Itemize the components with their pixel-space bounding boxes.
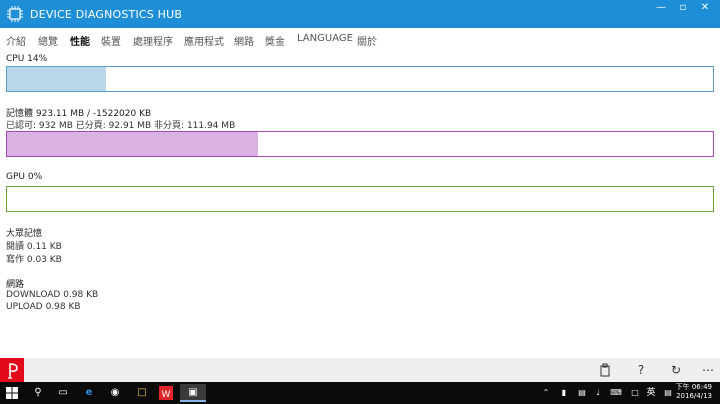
start-icon[interactable] (4, 384, 20, 402)
keyboard-icon[interactable]: ⌨ (609, 384, 623, 402)
store-icon[interactable]: W (157, 384, 175, 402)
memory-meter (6, 131, 714, 157)
cpu-meter (6, 66, 714, 92)
media-icon[interactable]: ◉ (106, 384, 124, 402)
help-icon[interactable]: ? (633, 362, 649, 378)
action-center-icon[interactable]: ▤ (662, 384, 674, 402)
volume-icon[interactable]: ♩ (592, 384, 604, 402)
tab-devices[interactable]: 裝置 (101, 33, 121, 48)
window-title: DEVICE DIAGNOSTICS HUB (30, 8, 183, 21)
tab-network[interactable]: 網路 (234, 33, 254, 48)
refresh-icon[interactable]: ↻ (668, 362, 684, 378)
edge-icon[interactable]: e (80, 384, 98, 402)
search-icon[interactable]: ⚲ (30, 384, 46, 402)
cpu-meter-fill (7, 67, 106, 91)
clock-date: 2016/4/13 (676, 392, 712, 400)
gpu-meter (6, 186, 714, 212)
logo-icon (8, 363, 18, 379)
cpu-label: CPU 14% (6, 54, 48, 64)
tab-bar: 介紹 總覽 性能 裝置 處理程序 應用程式 網路 獎金 LANGUAGE 關於 (0, 30, 720, 48)
task-view-icon[interactable]: ▭ (55, 384, 71, 402)
chip-icon (7, 6, 23, 22)
network-download: DOWNLOAD 0.98 KB (6, 290, 99, 300)
storage-write: 寫作 0.03 KB (6, 255, 62, 265)
tab-intro[interactable]: 介紹 (6, 33, 26, 48)
app-logo (0, 358, 24, 382)
input-language[interactable]: 英 (644, 384, 658, 402)
battery-icon[interactable]: ▮ (558, 384, 570, 402)
storage-title: 大眾記憶 (6, 229, 43, 239)
tab-overview[interactable]: 總覽 (38, 33, 58, 48)
tab-performance[interactable]: 性能 (70, 33, 90, 48)
taskbar-app-device-hub[interactable]: ▣ (180, 384, 206, 402)
chevron-up-icon[interactable]: ⌃ (540, 384, 552, 402)
tab-bonus[interactable]: 獎金 (265, 33, 285, 48)
tab-processes[interactable]: 處理程序 (133, 33, 173, 48)
tab-about[interactable]: 關於 (357, 33, 377, 48)
more-icon[interactable]: ⋯ (700, 362, 716, 378)
tab-language[interactable]: LANGUAGE (297, 33, 353, 44)
folder-icon[interactable]: □ (133, 384, 151, 402)
notification-icon[interactable]: □ (628, 384, 642, 402)
gpu-label: GPU 0% (6, 172, 43, 182)
network-icon[interactable]: ▤ (576, 384, 588, 402)
network-title: 網路 (6, 280, 25, 290)
svg-text:W: W (162, 390, 171, 400)
title-bar: DEVICE DIAGNOSTICS HUB — ▫ ✕ (0, 0, 720, 28)
memory-meter-fill (7, 132, 258, 156)
storage-read: 閱讀 0.11 KB (6, 242, 62, 252)
clock-time: 下午 06:49 (675, 383, 712, 391)
network-upload: UPLOAD 0.98 KB (6, 302, 81, 312)
tab-apps[interactable]: 應用程式 (184, 33, 224, 48)
clipboard-icon[interactable] (597, 362, 613, 378)
memory-detail: 已認可: 932 MB 已分頁: 92.91 MB 非分頁: 111.94 MB (6, 121, 236, 131)
clock[interactable]: 下午 06:49 2016/4/13 (676, 383, 712, 401)
close-icon[interactable]: ✕ (690, 0, 720, 18)
